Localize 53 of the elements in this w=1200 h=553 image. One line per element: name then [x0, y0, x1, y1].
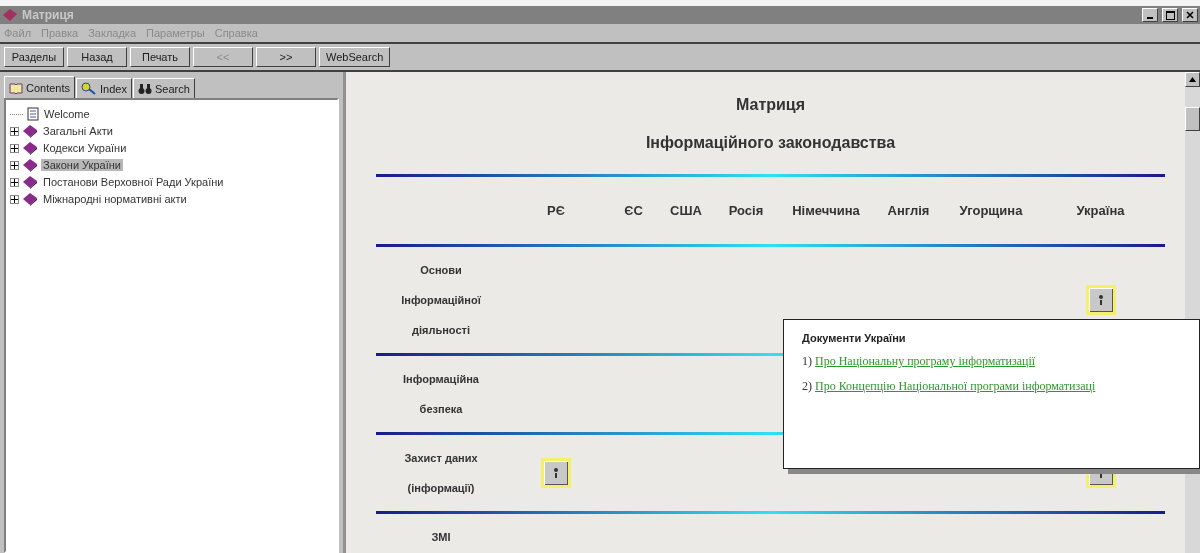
row-label: Основи Інформаційної діяльності	[400, 263, 482, 338]
row-label: Інформаційна безпека	[402, 372, 480, 417]
link-number: 1)	[802, 354, 812, 369]
toolbar-button[interactable]: WebSearch	[319, 47, 391, 67]
column-header: США	[669, 202, 703, 220]
column-header: Англія	[886, 202, 931, 220]
up-arrow-icon	[1189, 77, 1196, 82]
minimize-button[interactable]	[1142, 8, 1158, 22]
column-header: Росія	[727, 202, 765, 220]
toolbar-button[interactable]: Назад	[67, 47, 127, 67]
expand-icon[interactable]	[10, 194, 19, 204]
link-number: 2)	[802, 379, 812, 394]
expand-icon[interactable]	[10, 126, 19, 136]
maximize-button[interactable]	[1162, 8, 1178, 22]
column-header: Україна	[1075, 202, 1126, 220]
scrollbar-thumb[interactable]	[1185, 107, 1200, 131]
page-icon	[27, 107, 39, 121]
tab[interactable]: Search	[132, 78, 195, 98]
document-link[interactable]: Про Концепцію Національної програми інформатизаці	[815, 379, 1096, 394]
column-header: РЄ	[546, 202, 566, 220]
window-title: Матриця	[22, 8, 75, 22]
toolbar-button[interactable]: Разделы	[4, 47, 64, 67]
page-title: Матриця	[734, 96, 806, 114]
tree-item[interactable]: Постанови Верховної Ради України	[41, 176, 226, 188]
page-subtitle: Інформаційного законодавства	[644, 134, 897, 152]
popup-title: Документи України	[802, 332, 907, 344]
close-icon	[1186, 11, 1194, 19]
app-icon	[2, 8, 18, 22]
toolbar-button[interactable]: >>	[256, 47, 316, 67]
row-label: Захист даних (інформації)	[403, 451, 479, 496]
row-label: ЗМІ	[430, 530, 452, 545]
close-button[interactable]	[1182, 8, 1198, 22]
document-link[interactable]: Про Національну програму інформатизації	[815, 354, 1036, 369]
tree-item[interactable]: Міжнародні нормативні акти	[41, 193, 189, 205]
document-button[interactable]	[1085, 285, 1116, 315]
info-icon	[1096, 293, 1105, 307]
tree-item[interactable]: Закони України	[41, 159, 123, 171]
tree-item[interactable]: Кодекси України	[41, 142, 129, 154]
info-icon	[552, 466, 560, 480]
binoculars-icon	[137, 82, 152, 95]
column-header: Німеччина	[791, 202, 861, 220]
maximize-icon	[1165, 10, 1175, 20]
expand-icon[interactable]	[10, 160, 19, 170]
tree-item[interactable]: Загальні Акти	[41, 125, 115, 137]
column-header: Угорщина	[958, 202, 1024, 220]
expand-icon[interactable]	[10, 177, 19, 187]
tab[interactable]: Contents	[4, 76, 76, 98]
column-header: ЄС	[623, 202, 644, 220]
document-button[interactable]	[541, 458, 571, 488]
tree-item[interactable]: Welcome	[42, 108, 92, 120]
tab[interactable]: Index	[76, 78, 132, 98]
toolbar-button[interactable]: Печать	[130, 47, 190, 67]
expand-icon[interactable]	[10, 143, 19, 153]
